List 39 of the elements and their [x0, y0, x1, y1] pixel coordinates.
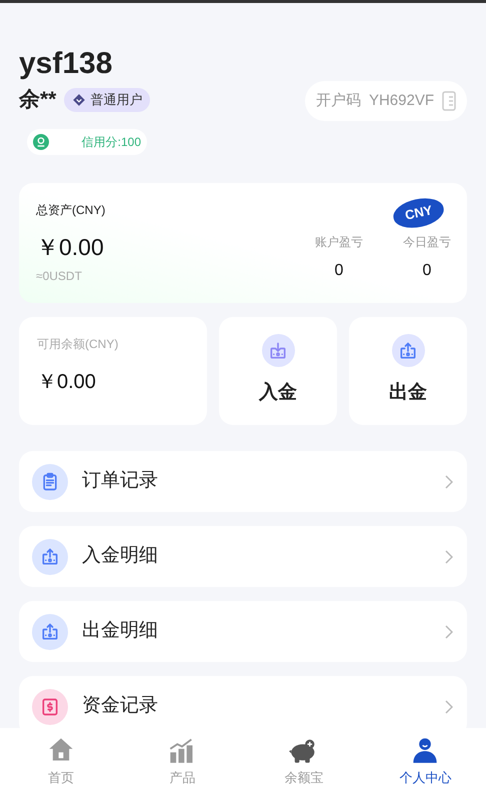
balance-amount: ￥0.00: [37, 370, 97, 395]
usdt-amount: ≈0USDT: [36, 268, 83, 284]
cash-drawing: [268, 340, 288, 360]
user-icon: [411, 736, 440, 764]
stat-label: 账户盈亏: [315, 234, 363, 250]
credit-score: 信用分:100: [82, 134, 141, 151]
diamond-icon: [72, 92, 86, 107]
action-button[interactable]: 出金: [349, 317, 467, 425]
username: ysf138: [19, 47, 114, 81]
menu-label: 入金明细: [82, 544, 159, 568]
menu-label: 资金记录: [82, 694, 159, 718]
menu-item[interactable]: 入金明细: [19, 526, 467, 587]
stat-value: 0: [334, 260, 344, 280]
balance-title: 可用余额(CNY): [37, 336, 120, 353]
assets-title: 总资产(CNY): [36, 202, 106, 219]
copy-icon[interactable]: [442, 91, 456, 111]
menu-label: 出金明细: [82, 619, 159, 644]
menu-item[interactable]: 订单记录: [19, 451, 467, 512]
level-badge: 普通用户: [64, 88, 150, 112]
stat-value: 0: [422, 260, 432, 280]
clipboard-icon: [32, 464, 68, 500]
invite-code: YH692VF: [368, 90, 434, 111]
real-name: 余**: [19, 87, 56, 113]
menu-item[interactable]: 资金记录: [19, 676, 467, 728]
stat-label: 今日盈亏: [403, 234, 451, 250]
cash-drawing: [398, 340, 418, 360]
action-button[interactable]: 入金: [219, 317, 337, 425]
chevron-right-icon: [445, 700, 453, 714]
chevron-right-icon: [445, 474, 453, 488]
chevron-right-icon: [445, 624, 453, 638]
menu-item[interactable]: 出金明细: [19, 601, 467, 662]
money-document-icon: [32, 688, 68, 724]
tab-item[interactable]: 个人中心: [364, 736, 486, 788]
total-amount: ￥0.00: [36, 232, 104, 260]
cash-drawing: [40, 546, 60, 566]
cash-drawing: [40, 622, 60, 642]
chevron-right-icon: [445, 550, 453, 564]
invite-code-label: 开户码: [316, 90, 361, 111]
menu-label: 订单记录: [82, 469, 159, 494]
